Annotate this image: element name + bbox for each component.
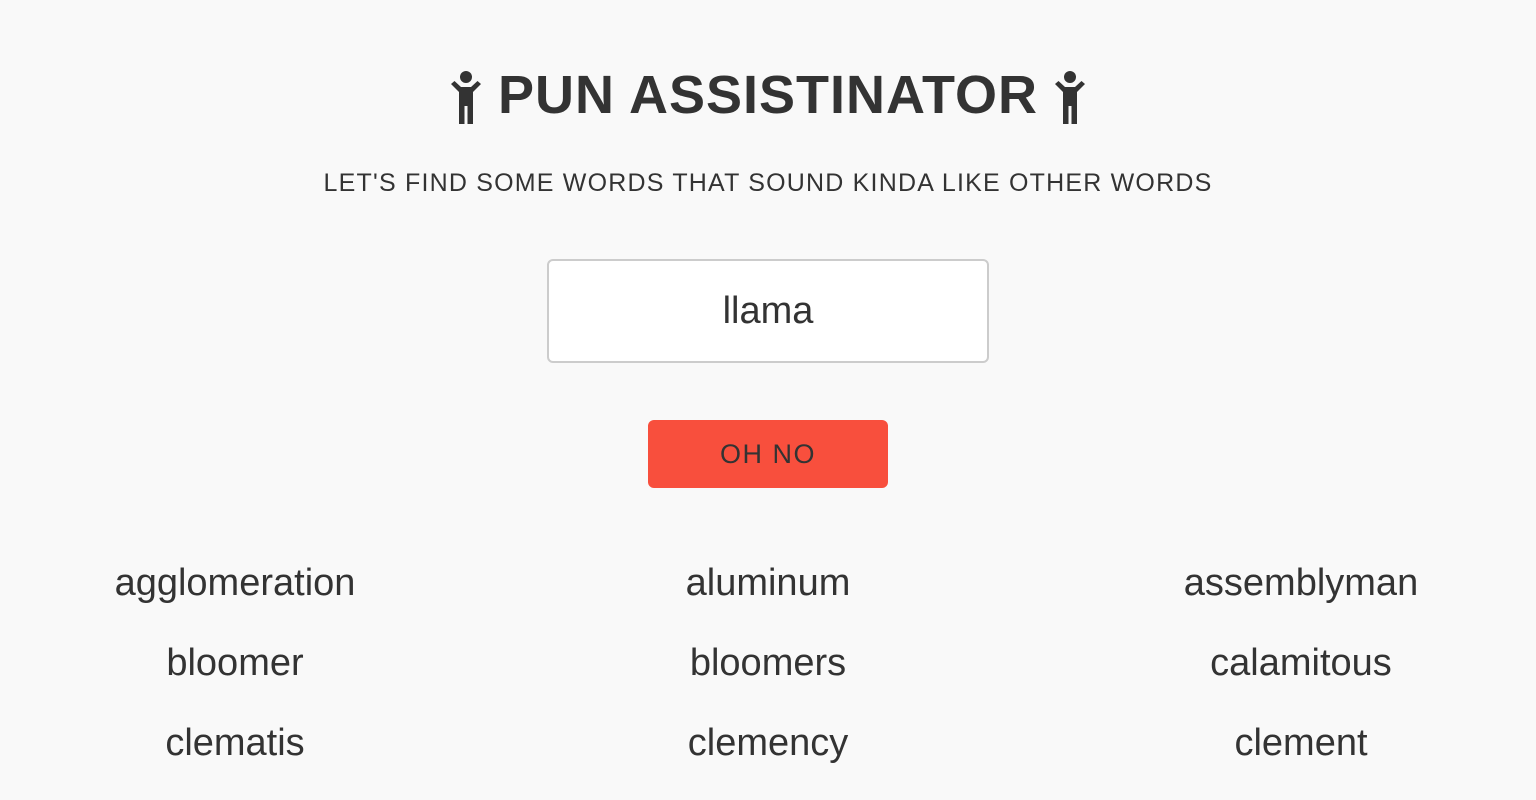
- result-item: clematis: [165, 722, 305, 764]
- word-input[interactable]: [547, 259, 989, 363]
- person-arms-up-icon: [448, 70, 484, 124]
- page-subtitle: LET'S FIND SOME WORDS THAT SOUND KINDA L…: [323, 169, 1213, 197]
- result-item: bloomer: [166, 642, 304, 684]
- page: PUN ASSISTINATOR LET'S FIND SOME WORDS T…: [0, 0, 1536, 800]
- result-item: clemency: [687, 722, 849, 764]
- result-item: clement: [1234, 722, 1368, 764]
- title-text: PUN ASSISTINATOR: [497, 65, 1039, 125]
- results-list: agglomeration aluminum assemblyman bloom…: [0, 556, 1536, 796]
- result-item: agglomeration: [114, 562, 356, 604]
- result-item: calamitous: [1210, 642, 1392, 684]
- person-arms-up-icon: [1052, 70, 1088, 124]
- result-item: aluminum: [685, 562, 851, 604]
- oh-no-button[interactable]: OH NO: [648, 420, 888, 488]
- result-item: bloomers: [689, 642, 847, 684]
- page-title: PUN ASSISTINATOR: [0, 62, 1536, 128]
- result-item: assemblyman: [1183, 562, 1419, 604]
